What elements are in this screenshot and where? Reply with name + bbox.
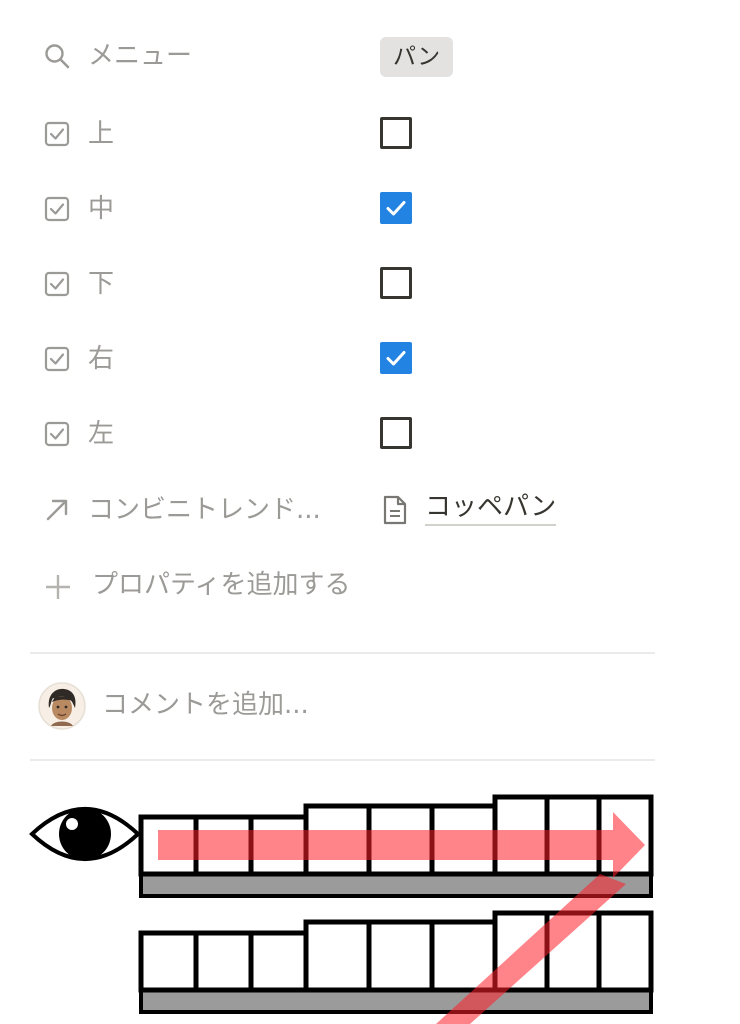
property-label: 中 <box>88 194 115 224</box>
checkbox[interactable] <box>380 342 412 374</box>
checkbox-property-icon <box>44 421 70 447</box>
plus-icon[interactable] <box>44 573 72 601</box>
property-row-checkbox[interactable]: 左 <box>0 405 740 465</box>
illustration <box>29 794 654 1024</box>
property-row-relation[interactable]: コンビニトレンド... <box>0 480 740 540</box>
property-row-checkbox[interactable]: 上 <box>0 105 740 165</box>
property-label: コンビニトレンド... <box>88 495 321 525</box>
property-label: 右 <box>88 344 115 374</box>
comment-input[interactable]: コメントを追加... <box>102 692 309 718</box>
property-label: メニュー <box>88 41 193 71</box>
eye-icon <box>29 807 141 861</box>
property-row-menu[interactable]: メニュー <box>0 26 740 86</box>
add-property-button[interactable]: プロパティを追加する <box>92 572 350 598</box>
search-icon <box>44 43 70 69</box>
divider <box>30 759 655 761</box>
checkbox-property-icon <box>44 121 70 147</box>
relation-page-link[interactable]: コッペパン <box>425 494 557 526</box>
checkbox-property-icon <box>44 346 70 372</box>
checkbox-property-icon <box>44 196 70 222</box>
user-avatar <box>38 682 86 730</box>
select-tag[interactable]: パン <box>380 37 454 77</box>
arrow-up-right-icon <box>44 497 70 523</box>
document-icon <box>381 495 409 525</box>
divider <box>30 652 655 654</box>
checkbox[interactable] <box>380 192 412 224</box>
property-label: 下 <box>88 269 115 299</box>
checkbox[interactable] <box>380 117 412 149</box>
property-row-checkbox[interactable]: 中 <box>0 180 740 240</box>
checkbox[interactable] <box>380 267 412 299</box>
property-row-checkbox[interactable]: 下 <box>0 255 740 315</box>
checkbox[interactable] <box>380 417 412 449</box>
property-label: 左 <box>88 419 115 449</box>
property-label: 上 <box>88 119 115 149</box>
checkbox-property-icon <box>44 271 70 297</box>
property-row-checkbox[interactable]: 右 <box>0 330 740 390</box>
